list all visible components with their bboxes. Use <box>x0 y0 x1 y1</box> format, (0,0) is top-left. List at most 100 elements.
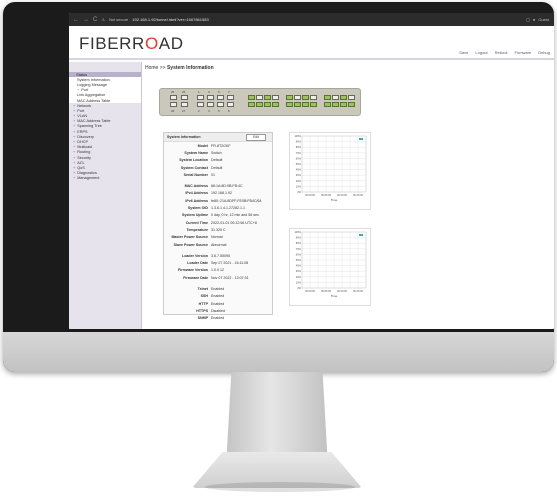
y-tick-label: 20% <box>296 179 302 183</box>
port-icon[interactable] <box>181 102 188 107</box>
expand-toggle-icon[interactable]: + <box>73 135 75 139</box>
port-icon[interactable] <box>181 95 188 100</box>
port-icon[interactable] <box>207 95 214 100</box>
info-row: System Uptime 0 day, 0 hr, 12 min and 56 … <box>164 212 272 219</box>
debug-link[interactable]: Debug <box>538 50 550 55</box>
window-icon[interactable]: ▢ <box>526 17 530 22</box>
port-icon[interactable] <box>324 102 331 107</box>
expand-toggle-icon[interactable]: + <box>73 104 75 108</box>
x-axis-label: Time <box>331 294 338 298</box>
port-icon[interactable] <box>310 102 317 107</box>
info-row: Master Power Source Normal <box>164 234 272 241</box>
firmware-link[interactable]: Firmware <box>515 50 532 55</box>
port-icon[interactable] <box>340 102 347 107</box>
info-value: Enabled <box>211 316 225 321</box>
logout-link[interactable]: Logout <box>475 50 487 55</box>
port-icon[interactable] <box>170 102 177 107</box>
expand-toggle-icon[interactable]: + <box>73 119 75 123</box>
reload-icon[interactable]: C <box>93 17 97 23</box>
port-number: 7 <box>228 90 230 94</box>
x-tick-label: 00:05:00 <box>321 289 332 293</box>
expand-toggle-icon[interactable]: + <box>73 124 75 128</box>
expand-toggle-icon[interactable]: + <box>73 176 75 180</box>
port-icon[interactable] <box>227 95 234 100</box>
expand-toggle-icon[interactable]: + <box>73 130 75 134</box>
port-icon[interactable] <box>348 95 355 100</box>
info-key: System Contact <box>180 165 208 170</box>
address-bar[interactable]: 192.168.1.92/tunnel.html?ver=1667861583 <box>132 17 208 22</box>
y-tick-label: 10% <box>296 280 302 284</box>
info-row: SNMP Enabled <box>164 315 272 322</box>
stand-shadow <box>205 482 355 492</box>
expand-toggle-icon[interactable]: + <box>73 114 75 118</box>
port-icon[interactable] <box>340 95 347 100</box>
port-icon[interactable] <box>264 102 271 107</box>
expand-toggle-icon[interactable]: + <box>73 166 75 170</box>
port-icon[interactable] <box>302 95 309 100</box>
expand-toggle-icon[interactable]: + <box>73 140 75 144</box>
y-tick-label: 30% <box>296 269 302 273</box>
port-icon[interactable] <box>302 102 309 107</box>
port-icon[interactable] <box>332 102 339 107</box>
port-icon[interactable] <box>217 102 224 107</box>
edit-button[interactable]: Edit <box>246 134 266 141</box>
expand-toggle-icon[interactable]: + <box>73 145 75 149</box>
info-key: Loader Date <box>187 261 208 266</box>
expand-toggle-icon[interactable]: - <box>73 73 74 77</box>
info-key: Serial Number <box>183 172 208 177</box>
system-info-title: System Information Edit <box>164 133 272 142</box>
port-icon[interactable] <box>264 95 271 100</box>
port-icon[interactable] <box>256 95 263 100</box>
expand-toggle-icon[interactable]: + <box>73 161 75 165</box>
info-value: FR-8T2GKF <box>211 143 231 148</box>
expand-toggle-icon[interactable]: + <box>73 171 75 175</box>
save-link[interactable]: Save <box>459 50 468 55</box>
x-tick-label: 00:10:00 <box>337 193 348 197</box>
port-number: 4 <box>208 109 210 113</box>
sidebar-item-label: ERPS <box>77 129 88 134</box>
y-tick-label: 30% <box>296 173 302 177</box>
info-key: Slave Power Source <box>173 242 208 247</box>
port-icon[interactable] <box>348 102 355 107</box>
reboot-link[interactable]: Reboot <box>495 50 508 55</box>
port-icon[interactable] <box>286 102 293 107</box>
expand-toggle-icon[interactable]: + <box>73 156 75 160</box>
expand-toggle-icon[interactable]: + <box>77 88 79 92</box>
port-icon[interactable] <box>227 102 234 107</box>
port-number: 6 <box>218 109 220 113</box>
port-icon[interactable] <box>324 95 331 100</box>
port-icon[interactable] <box>294 95 301 100</box>
y-tick-label: 60% <box>296 156 302 160</box>
security-label: Not secure <box>108 17 129 22</box>
port-icon[interactable] <box>217 95 224 100</box>
port-icon[interactable] <box>197 102 204 107</box>
forward-icon[interactable]: → <box>83 17 89 23</box>
port-icon[interactable] <box>207 102 214 107</box>
info-key: Loader Version <box>182 253 208 258</box>
port-icon[interactable] <box>272 102 279 107</box>
port-icon[interactable] <box>294 102 301 107</box>
expand-toggle-icon[interactable]: + <box>73 109 75 113</box>
info-value: Default <box>211 158 223 163</box>
expand-toggle-icon[interactable]: + <box>73 150 75 154</box>
info-key: SSH <box>200 294 208 299</box>
sidebar-item[interactable]: + Management <box>69 176 141 181</box>
back-icon[interactable]: ← <box>73 17 79 23</box>
profile-icon[interactable]: ● <box>533 17 535 22</box>
port-icon[interactable] <box>272 95 279 100</box>
port-number: 26 <box>182 90 186 94</box>
port-icon[interactable] <box>170 95 177 100</box>
y-tick-label: 10% <box>296 184 302 188</box>
port-icon[interactable] <box>310 95 317 100</box>
port-icon[interactable] <box>332 95 339 100</box>
port-icon[interactable] <box>256 102 263 107</box>
profile-label[interactable]: Guest <box>538 17 549 22</box>
info-row: System Location Default <box>164 157 272 164</box>
port-icon[interactable] <box>286 95 293 100</box>
port-icon[interactable] <box>197 95 204 100</box>
info-key: MAC Address <box>184 184 208 189</box>
port-icon[interactable] <box>248 102 255 107</box>
port-icon[interactable] <box>248 95 255 100</box>
sidebar-item-label: Logging Message <box>77 82 107 87</box>
sidebar-item-label: VLAN <box>77 114 88 119</box>
